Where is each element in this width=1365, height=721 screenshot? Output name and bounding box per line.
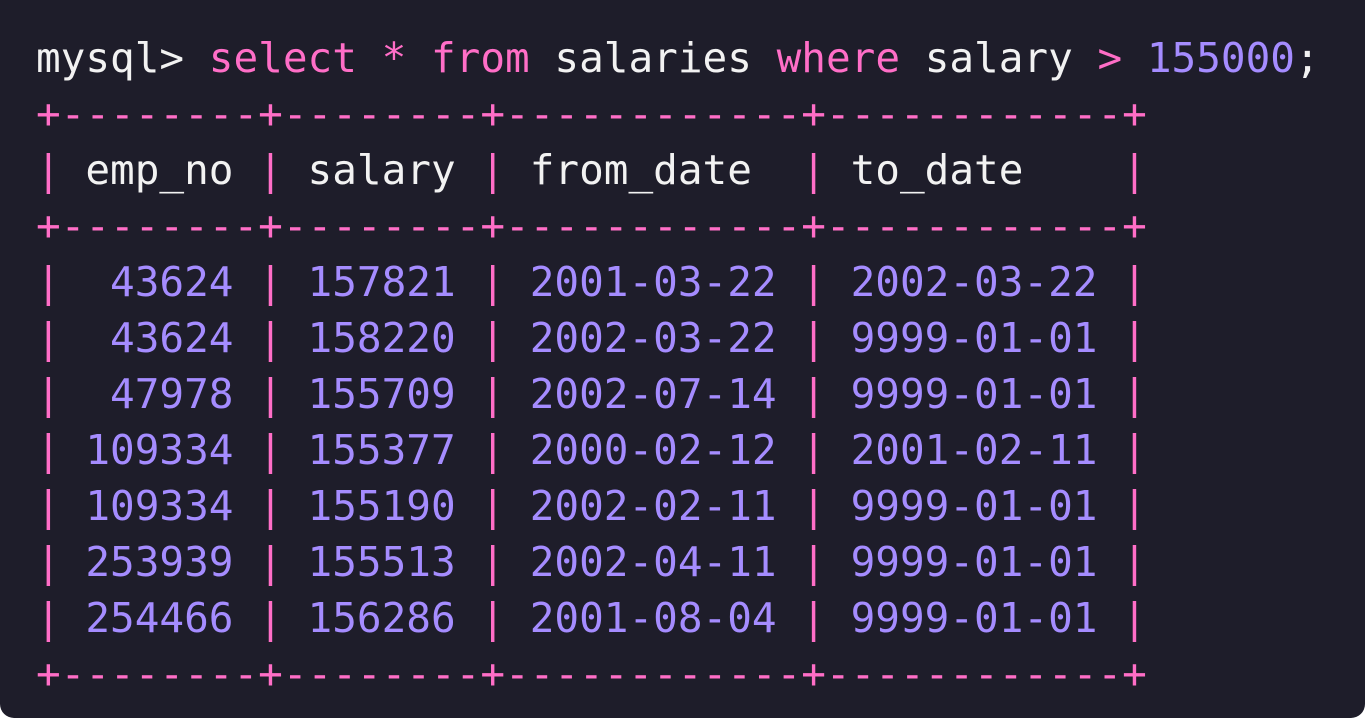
table-row: | 47978 | 155709 | 2002-07-14 | 9999-01-…: [36, 366, 1365, 422]
table-cell: 2002-02-11: [505, 482, 802, 530]
comparison-value: 155000: [1146, 34, 1295, 82]
select-keyword: select: [208, 34, 357, 82]
column-border: |: [480, 482, 506, 530]
terminal-window: mysql> select * from salaries where sala…: [0, 0, 1365, 718]
table-border-top: +--------+--------+------------+--------…: [36, 90, 1147, 138]
column-border: |: [36, 146, 61, 194]
column-border: |: [480, 538, 506, 586]
column-border: |: [801, 594, 826, 642]
column-border: |: [801, 538, 826, 586]
column-border: |: [36, 314, 61, 362]
column-border: |: [480, 594, 506, 642]
table-row: | 109334 | 155190 | 2002-02-11 | 9999-01…: [36, 478, 1365, 534]
column-border: |: [1122, 146, 1147, 194]
column-border: |: [1122, 538, 1147, 586]
table-cell: 47978: [60, 370, 259, 418]
column-border: |: [258, 482, 283, 530]
column-border: |: [36, 594, 61, 642]
table-border-bottom: +--------+--------+------------+--------…: [36, 650, 1147, 698]
table-cell: 2001-08-04: [505, 594, 802, 642]
table-cell: 2002-07-14: [505, 370, 802, 418]
column-name: salary: [924, 34, 1073, 82]
result-table: +--------+--------+------------+--------…: [36, 86, 1365, 702]
column-border: |: [480, 146, 506, 194]
table-header-row: | emp_no | salary | from_date | to_date …: [36, 142, 1365, 198]
table-cell: 9999-01-01: [825, 314, 1123, 362]
table-row: | 254466 | 156286 | 2001-08-04 | 9999-01…: [36, 590, 1365, 646]
table-border-header: +--------+--------+------------+--------…: [36, 202, 1147, 250]
column-border: |: [1122, 314, 1147, 362]
table-cell: 2001-02-11: [825, 426, 1123, 474]
column-header: from_date: [505, 146, 802, 194]
table-cell: 9999-01-01: [825, 370, 1123, 418]
table-cell: 109334: [60, 482, 259, 530]
from-keyword: from: [430, 34, 530, 82]
column-border: |: [801, 258, 826, 306]
column-border: |: [258, 538, 283, 586]
column-border: |: [801, 482, 826, 530]
comparison-operator: >: [1097, 34, 1123, 82]
mysql-prompt: mysql>: [36, 34, 185, 82]
column-border: |: [36, 258, 61, 306]
column-header: to_date: [825, 146, 1123, 194]
table-cell: 43624: [60, 258, 259, 306]
column-border: |: [258, 258, 283, 306]
column-header: emp_no: [60, 146, 259, 194]
table-name: salaries: [554, 34, 752, 82]
column-border: |: [36, 482, 61, 530]
column-border: |: [1122, 370, 1147, 418]
table-cell: 9999-01-01: [825, 594, 1123, 642]
table-cell: 155377: [282, 426, 481, 474]
table-cell: 109334: [60, 426, 259, 474]
column-border: |: [36, 370, 61, 418]
column-border: |: [36, 426, 61, 474]
table-cell: 2001-03-22: [505, 258, 802, 306]
table-cell: 157821: [282, 258, 481, 306]
column-border: |: [480, 258, 506, 306]
table-row: | 253939 | 155513 | 2002-04-11 | 9999-01…: [36, 534, 1365, 590]
column-header: salary: [282, 146, 481, 194]
column-border: |: [36, 538, 61, 586]
column-border: |: [480, 426, 506, 474]
table-cell: 254466: [60, 594, 259, 642]
column-border: |: [258, 426, 283, 474]
query-line: mysql> select * from salaries where sala…: [36, 30, 1365, 86]
table-cell: 155513: [282, 538, 481, 586]
column-border: |: [258, 370, 283, 418]
table-cell: 158220: [282, 314, 481, 362]
column-border: |: [801, 426, 826, 474]
table-cell: 2002-04-11: [505, 538, 802, 586]
table-cell: 2002-03-22: [505, 314, 802, 362]
table-cell: 2000-02-12: [505, 426, 802, 474]
where-keyword: where: [776, 34, 900, 82]
table-cell: 9999-01-01: [825, 538, 1123, 586]
star-wildcard: *: [381, 34, 407, 82]
statement-terminator: ;: [1294, 34, 1320, 82]
table-cell: 156286: [282, 594, 481, 642]
column-border: |: [258, 314, 283, 362]
column-border: |: [480, 314, 506, 362]
table-cell: 253939: [60, 538, 259, 586]
table-row: | 43624 | 157821 | 2001-03-22 | 2002-03-…: [36, 254, 1365, 310]
column-border: |: [1122, 594, 1147, 642]
table-row: | 43624 | 158220 | 2002-03-22 | 9999-01-…: [36, 310, 1365, 366]
table-cell: 2002-03-22: [825, 258, 1123, 306]
table-cell: 9999-01-01: [825, 482, 1123, 530]
column-border: |: [801, 146, 826, 194]
column-border: |: [258, 146, 283, 194]
table-cell: 155190: [282, 482, 481, 530]
column-border: |: [801, 314, 826, 362]
table-cell: 43624: [60, 314, 259, 362]
column-border: |: [1122, 482, 1147, 530]
column-border: |: [1122, 426, 1147, 474]
column-border: |: [258, 594, 283, 642]
column-border: |: [480, 370, 506, 418]
column-border: |: [801, 370, 826, 418]
table-row: | 109334 | 155377 | 2000-02-12 | 2001-02…: [36, 422, 1365, 478]
column-border: |: [1122, 258, 1147, 306]
table-cell: 155709: [282, 370, 481, 418]
